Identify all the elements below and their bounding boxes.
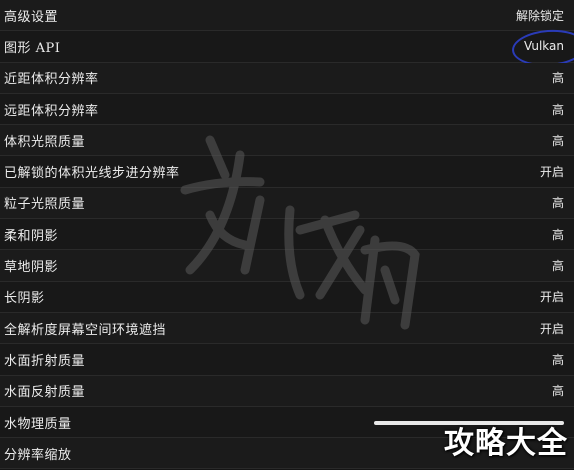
setting-row-soft-shadows[interactable]: 柔和阴影 高: [0, 219, 574, 251]
settings-list: 高级设置 解除锁定 图形 API Vulkan 近距体积分辨率 高 远距体积分辨…: [0, 0, 574, 470]
setting-label: 远距体积分辨率: [4, 103, 99, 119]
setting-value[interactable]: 高: [552, 101, 564, 118]
setting-value[interactable]: 高: [552, 69, 564, 86]
setting-row-near-volume-resolution[interactable]: 近距体积分辨率 高: [0, 62, 574, 94]
setting-label: 全解析度屏幕空间环境遮挡: [4, 322, 167, 338]
setting-label: 粒子光照质量: [4, 197, 86, 213]
setting-label: 水面折射质量: [4, 353, 86, 369]
setting-row-grass-shadows[interactable]: 草地阴影 高: [0, 250, 574, 282]
setting-value[interactable]: 解除锁定: [516, 7, 564, 24]
setting-row-ssao[interactable]: 全解析度屏幕空间环境遮挡 开启: [0, 312, 574, 345]
setting-value[interactable]: 高: [552, 226, 564, 243]
setting-row-long-shadows[interactable]: 长阴影 开启: [0, 281, 574, 313]
setting-label: 水物理质量: [4, 416, 72, 432]
setting-value[interactable]: 高: [552, 257, 564, 274]
setting-value-api[interactable]: Vulkan: [510, 27, 574, 69]
setting-value[interactable]: 高: [552, 382, 564, 399]
setting-row-water-reflection[interactable]: 水面反射质量 高: [0, 375, 574, 407]
setting-label: 图形 API: [4, 40, 61, 56]
setting-label: 高级设置: [4, 9, 59, 25]
setting-row-water-refraction[interactable]: 水面折射质量 高: [0, 344, 574, 376]
setting-label: 已解锁的体积光线步进分辨率: [4, 166, 180, 182]
setting-row-raymarch-resolution[interactable]: 已解锁的体积光线步进分辨率 开启: [0, 156, 574, 188]
setting-label: 柔和阴影: [4, 228, 59, 244]
setting-row-particle-lighting[interactable]: 粒子光照质量 高: [0, 187, 574, 220]
corner-watermark-logo: 攻略大全: [444, 426, 568, 461]
setting-label: 近距体积分辨率: [4, 72, 99, 88]
setting-value[interactable]: 高: [552, 132, 564, 149]
setting-label: 分辨率缩放: [4, 447, 72, 463]
setting-label: 体积光照质量: [4, 134, 86, 150]
setting-label: 水面反射质量: [4, 385, 86, 401]
setting-row-graphics-api[interactable]: 图形 API Vulkan: [0, 27, 574, 69]
setting-value[interactable]: 高: [552, 194, 564, 211]
setting-value[interactable]: 开启: [540, 288, 564, 305]
setting-label: 长阴影: [4, 291, 45, 307]
setting-value[interactable]: 高: [552, 351, 564, 368]
setting-row-volumetric-lighting[interactable]: 体积光照质量 高: [0, 125, 574, 157]
setting-row-far-volume-resolution[interactable]: 远距体积分辨率 高: [0, 93, 574, 126]
setting-value[interactable]: 开启: [540, 163, 564, 180]
setting-label: 草地阴影: [4, 260, 59, 276]
setting-value[interactable]: 开启: [540, 320, 564, 337]
setting-row-advanced[interactable]: 高级设置 解除锁定: [0, 0, 574, 32]
